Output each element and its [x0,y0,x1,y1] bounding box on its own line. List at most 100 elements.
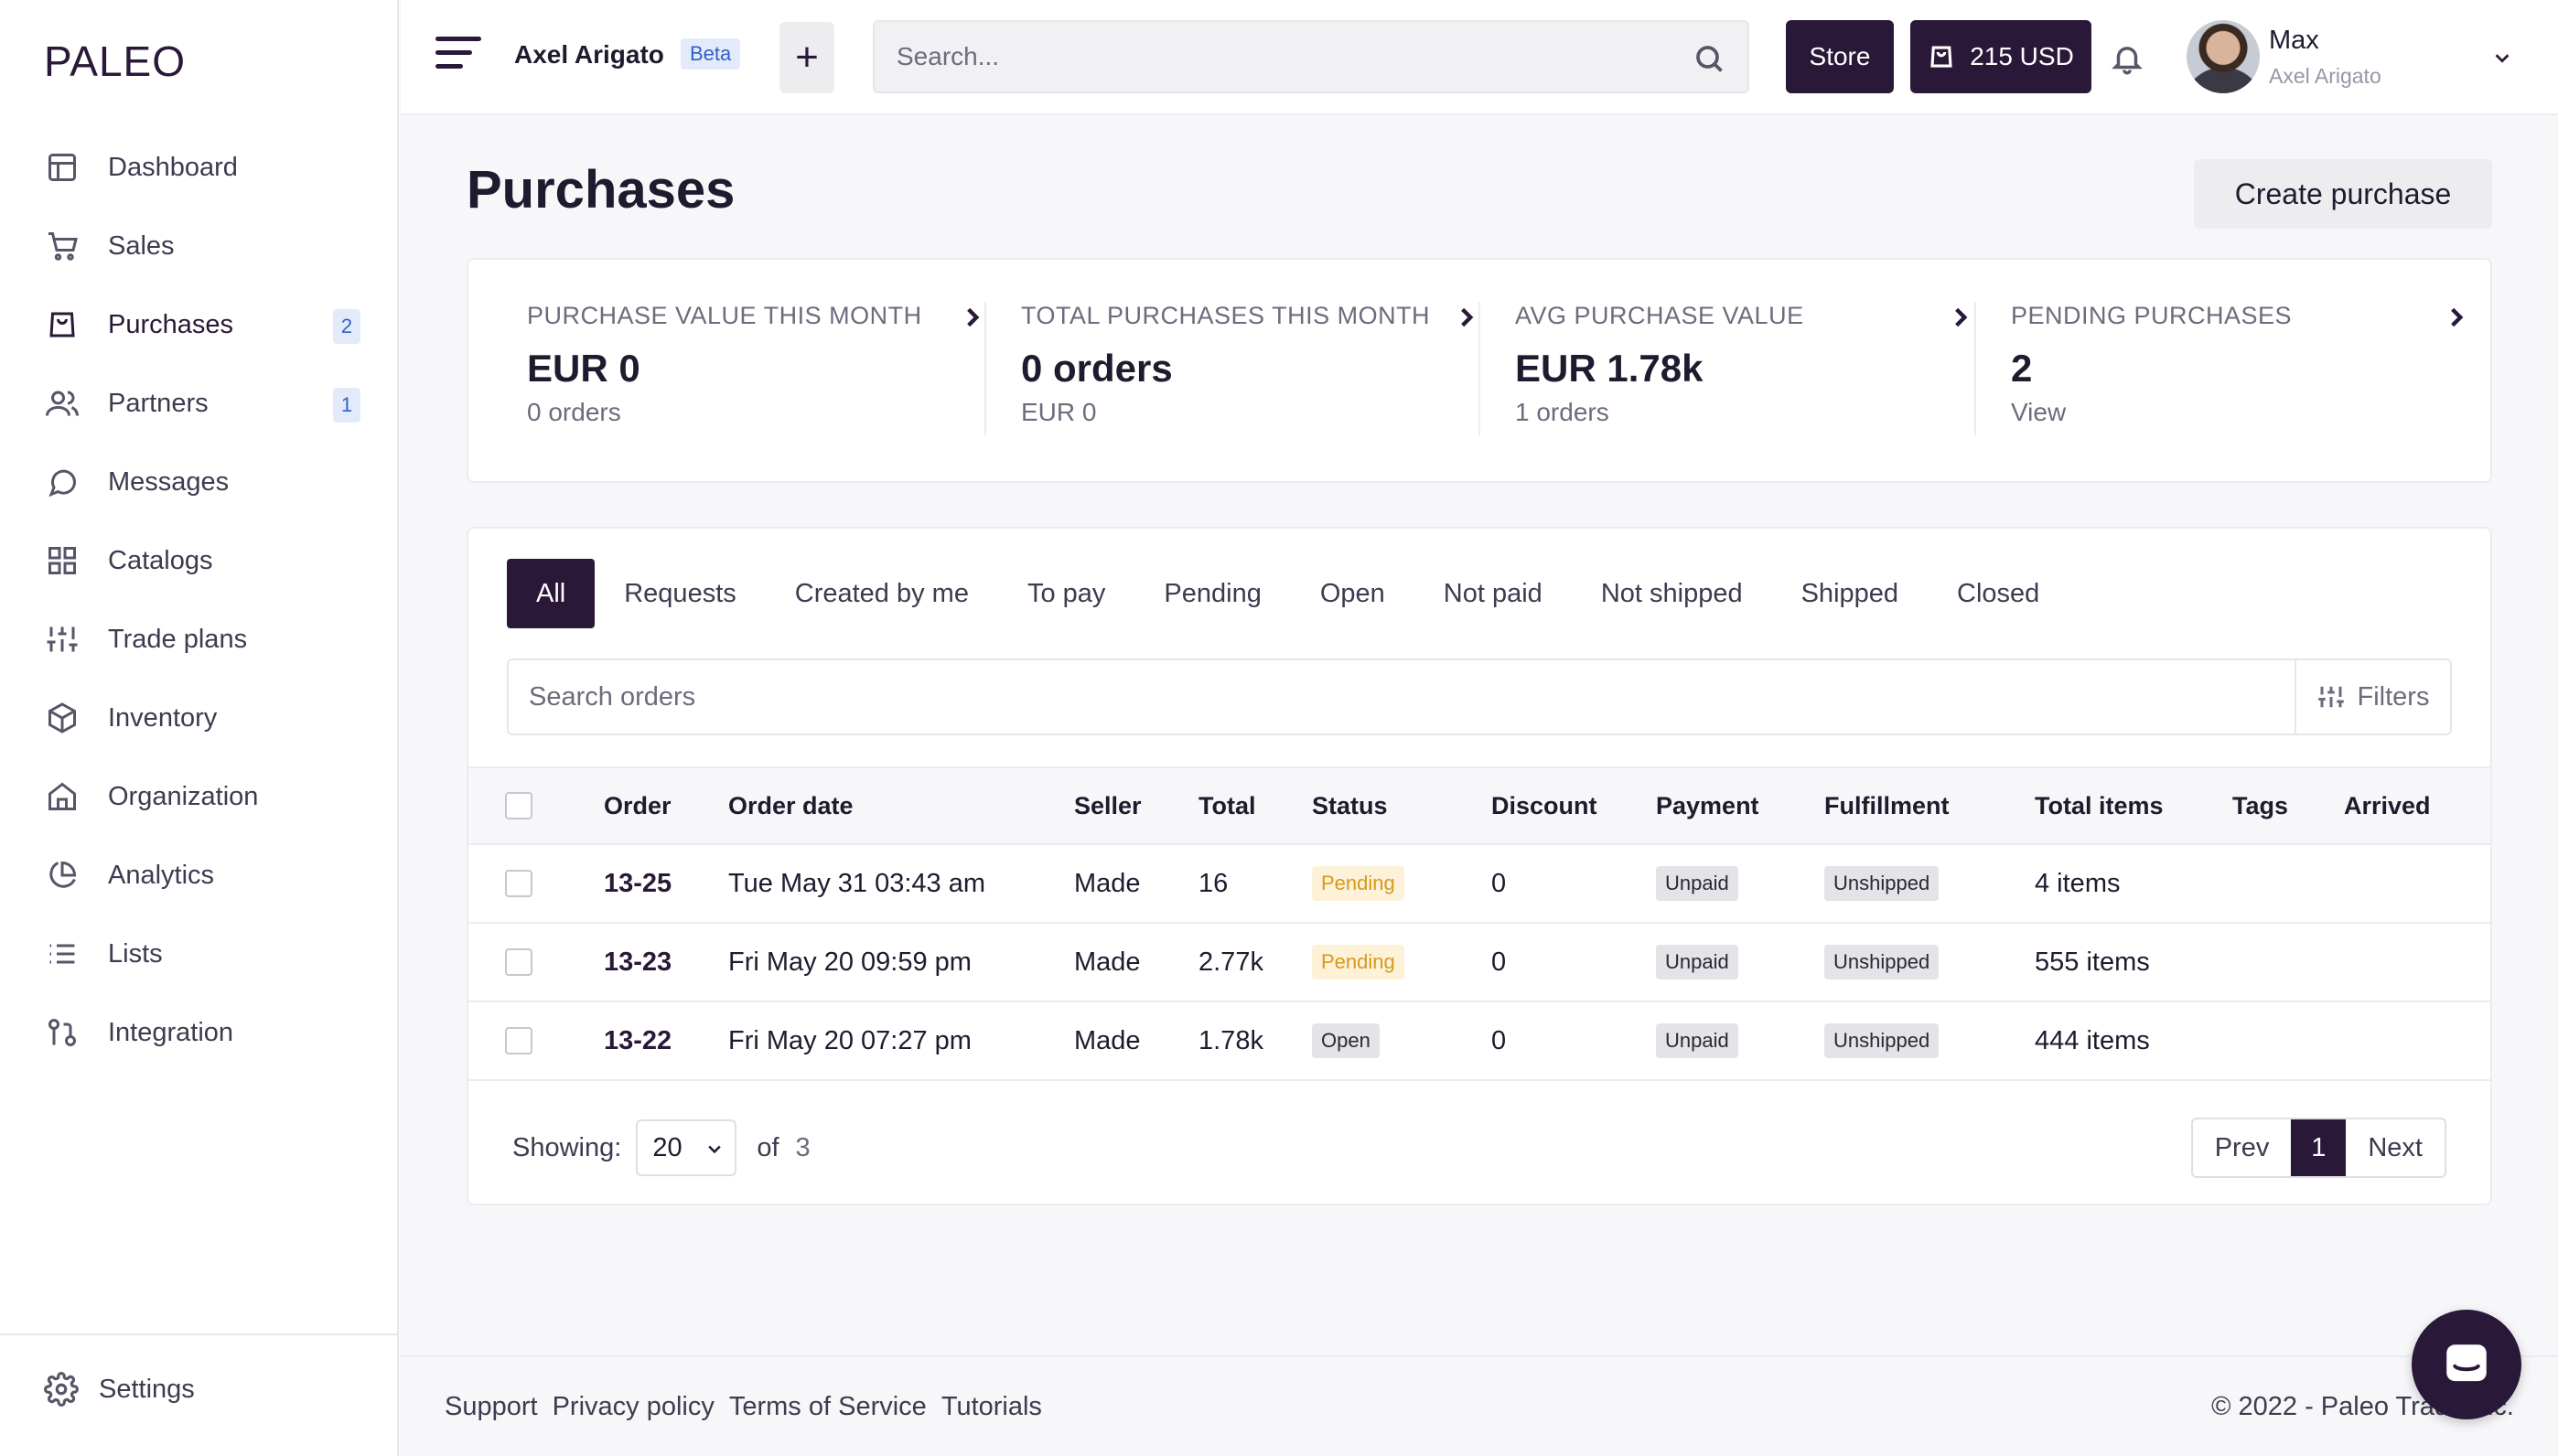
add-button[interactable]: + [779,22,834,93]
company-name[interactable]: Axel Arigato [514,40,664,70]
fulfillment-badge: Unshipped [1824,845,1940,922]
avatar[interactable] [2187,20,2260,93]
col-order[interactable]: Order [604,768,672,843]
chat-icon [2446,1344,2487,1382]
col-status[interactable]: Status [1312,768,1388,843]
user-name[interactable]: Max [2269,26,2319,56]
sidebar-item-sales[interactable]: Sales [0,207,397,285]
payment-pill: Unpaid [1656,1023,1738,1058]
chevron-down-icon [708,1145,722,1154]
stat-total-purchases[interactable]: TOTAL PURCHASES THIS MONTH 0 orders EUR … [1021,302,1478,439]
tutorials-link[interactable]: Tutorials [941,1392,1042,1422]
stat-pending-purchases[interactable]: PENDING PURCHASES 2 View [2011,302,2468,439]
table-row[interactable]: 13-25 Tue May 31 03:43 am Made 16 Pendin… [468,845,2490,924]
table-row[interactable]: 13-22 Fri May 20 07:27 pm Made 1.78k Ope… [468,1002,2490,1081]
fulfillment-badge: Unshipped [1824,924,1940,1001]
col-tags[interactable]: Tags [2232,768,2288,843]
terms-link[interactable]: Terms of Service [729,1392,927,1422]
col-arrived[interactable]: Arrived [2344,768,2431,843]
next-button[interactable]: Next [2346,1119,2445,1176]
gear-icon [44,1372,79,1407]
chat-widget-button[interactable] [2412,1310,2521,1419]
order-link[interactable]: 13-23 [604,924,672,1001]
col-fulfillment[interactable]: Fulfillment [1824,768,1950,843]
tab-to-pay[interactable]: To pay [998,559,1134,628]
privacy-link[interactable]: Privacy policy [553,1392,715,1422]
sidebar-item-trade-plans[interactable]: Trade plans [0,600,397,679]
prev-button[interactable]: Prev [2193,1119,2292,1176]
tab-shipped[interactable]: Shipped [1772,559,1928,628]
discount: 0 [1491,868,1507,898]
sidebar-item-purchases[interactable]: Purchases 2 [0,285,397,364]
store-button[interactable]: Store [1786,20,1894,93]
orders-search-placeholder: Search orders [529,681,696,712]
stat-view-link[interactable]: View [2011,398,2468,427]
tab-pending[interactable]: Pending [1134,559,1290,628]
sidebar-item-label: Integration [108,1017,234,1047]
row-checkbox[interactable] [505,924,532,1001]
tab-not-paid[interactable]: Not paid [1414,559,1572,628]
orders-search-input[interactable]: Search orders [507,658,2296,735]
bell-icon[interactable] [2110,40,2146,77]
stat-sub: 0 orders [527,398,621,426]
global-search-input[interactable]: Search... [873,20,1749,93]
status-pill: Open [1312,1023,1380,1058]
orders-table: Order Order date Seller Total Status Dis… [468,766,2490,1081]
col-total-items[interactable]: Total items [2035,768,2164,843]
stat-avg-purchase[interactable]: AVG PURCHASE VALUE EUR 1.78k 1 orders [1515,302,1972,439]
menu-icon[interactable] [435,37,481,73]
tab-not-shipped[interactable]: Not shipped [1572,559,1772,628]
stat-purchase-value[interactable]: PURCHASE VALUE THIS MONTH EUR 0 0 orders [527,302,984,439]
tab-all[interactable]: All [507,559,596,628]
tab-closed[interactable]: Closed [1928,559,2069,628]
stat-value: EUR 0 [527,347,640,390]
create-purchase-button[interactable]: Create purchase [2194,159,2492,229]
sidebar-item-integration[interactable]: Integration [0,993,397,1072]
filters-button[interactable]: Filters [2295,658,2452,735]
stat-value: 0 orders [1021,347,1173,390]
table-row[interactable]: 13-23 Fri May 20 09:59 pm Made 2.77k Pen… [468,924,2490,1002]
showing-control: Showing: 20 of 3 [512,1119,811,1176]
sidebar-item-settings[interactable]: Settings [44,1372,195,1407]
status-badge: Pending [1312,845,1404,922]
row-checkbox[interactable] [505,1002,532,1079]
order-link[interactable]: 13-25 [604,845,672,922]
col-total[interactable]: Total [1198,768,1256,843]
chevron-down-icon[interactable] [2492,48,2512,68]
col-order-date[interactable]: Order date [728,768,854,843]
col-payment[interactable]: Payment [1656,768,1759,843]
sidebar-item-organization[interactable]: Organization [0,757,397,836]
git-icon [44,1014,81,1051]
stat-label: PENDING PURCHASES [2011,302,2293,329]
page-1-button[interactable]: 1 [2291,1119,2347,1176]
sidebar-item-dashboard[interactable]: Dashboard [0,128,397,207]
tab-open[interactable]: Open [1291,559,1414,628]
sidebar-item-lists[interactable]: Lists [0,915,397,993]
page-footer: Support Privacy policy Terms of Service … [401,1355,2558,1456]
sidebar-item-catalogs[interactable]: Catalogs [0,521,397,600]
sidebar-item-partners[interactable]: Partners 1 [0,364,397,443]
divider [1478,302,1480,435]
logo[interactable]: PALEO [44,37,186,86]
chat-icon [44,464,81,500]
order-link[interactable]: 13-22 [604,1002,672,1079]
col-discount[interactable]: Discount [1491,768,1597,843]
tab-created-by-me[interactable]: Created by me [766,559,998,628]
sidebar-item-inventory[interactable]: Inventory [0,679,397,757]
tab-requests[interactable]: Requests [595,559,766,628]
fulfillment-badge: Unshipped [1824,1002,1940,1079]
sidebar-item-analytics[interactable]: Analytics [0,836,397,915]
orders-card: All Requests Created by me To pay Pendin… [467,527,2492,1205]
order-date: Fri May 20 07:27 pm [728,1025,972,1055]
sliders-icon [44,621,81,658]
wallet-button[interactable]: 215 USD [1910,20,2091,93]
of-label: of [757,1132,779,1162]
col-seller[interactable]: Seller [1074,768,1142,843]
seller: Made [1074,947,1141,977]
status-pill: Pending [1312,866,1404,901]
select-all-checkbox[interactable] [505,768,532,843]
sidebar-item-messages[interactable]: Messages [0,443,397,521]
row-checkbox[interactable] [505,845,532,922]
support-link[interactable]: Support [445,1392,538,1422]
per-page-select[interactable]: 20 [636,1119,737,1176]
